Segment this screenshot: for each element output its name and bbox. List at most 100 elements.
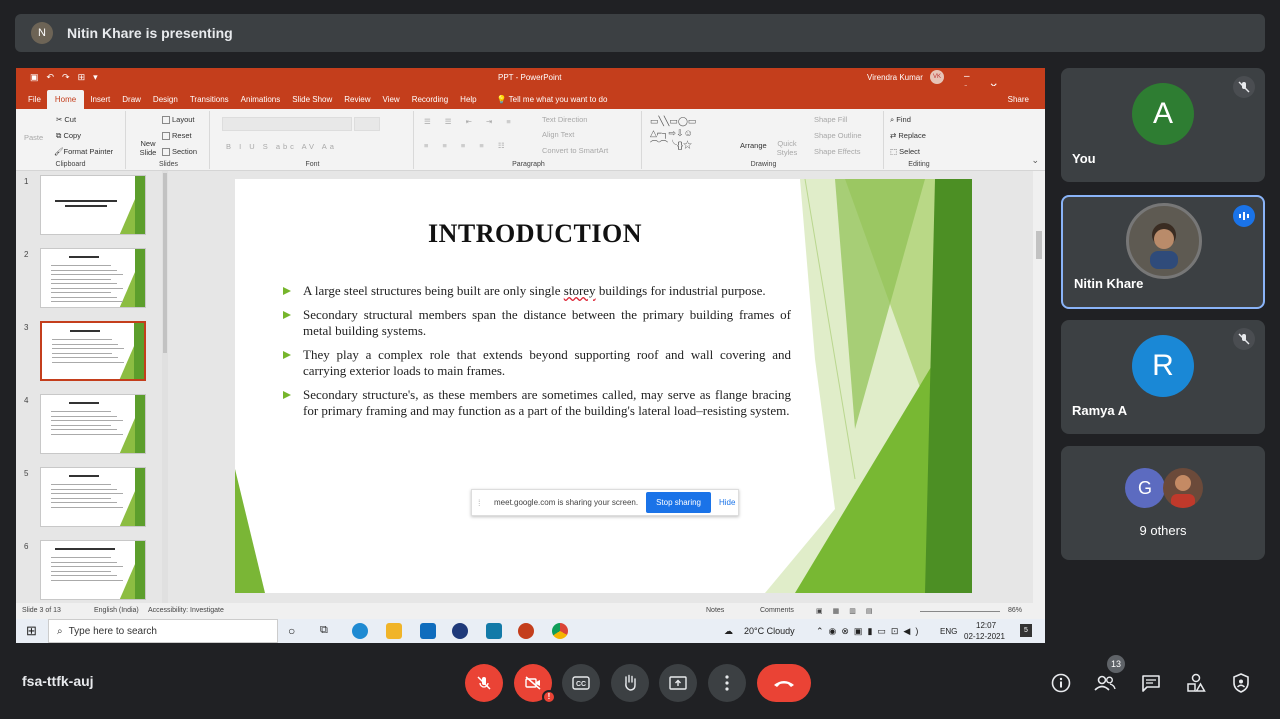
slide-thumbnail-5[interactable]: 5 xyxy=(16,467,166,531)
taskbar-search[interactable]: ⌕ Type here to search xyxy=(48,619,278,643)
align-buttons[interactable]: ≡ ≡ ≡ ≡ ☷ xyxy=(424,141,511,150)
reset-button[interactable]: Reset xyxy=(162,131,192,141)
hide-button[interactable]: Hide xyxy=(719,498,735,507)
quick-styles-button[interactable]: Quick Styles xyxy=(774,139,800,157)
mail-icon[interactable] xyxy=(420,623,436,639)
find-button[interactable]: ⌕ Find xyxy=(890,115,911,125)
slide-thumbnail-image[interactable] xyxy=(40,175,146,235)
quick-access-toolbar[interactable]: ▣↶↷⊞▾ xyxy=(30,72,106,83)
tab-animations[interactable]: Animations xyxy=(235,95,287,109)
tab-slide-show[interactable]: Slide Show xyxy=(286,95,338,109)
slide-thumbnail-image[interactable] xyxy=(40,248,146,308)
tab-draw[interactable]: Draw xyxy=(116,95,147,109)
participant-tile-you[interactable]: A You xyxy=(1061,68,1265,182)
cortana-icon[interactable]: ○ xyxy=(288,624,295,638)
leave-call-button[interactable] xyxy=(757,664,811,702)
replace-button[interactable]: ⇄ Replace xyxy=(890,131,926,140)
notes-button[interactable]: Notes xyxy=(706,607,724,614)
task-view-icon[interactable]: ⧉ xyxy=(320,624,328,637)
zoom-slider[interactable] xyxy=(920,611,1000,612)
slide-thumbnail-image[interactable] xyxy=(40,321,146,381)
tab-home[interactable]: Home xyxy=(46,90,85,109)
language-indicator[interactable]: English (India) xyxy=(94,607,139,614)
cut-button[interactable]: ✂ Cut xyxy=(56,115,76,124)
slide-thumbnail-1[interactable]: 1 xyxy=(16,175,166,239)
tab-transitions[interactable]: Transitions xyxy=(184,95,235,109)
tab-view[interactable]: View xyxy=(377,95,406,109)
notification-count[interactable]: 5 xyxy=(1020,624,1032,637)
raise-hand-button[interactable] xyxy=(611,664,649,702)
host-controls-button[interactable] xyxy=(1226,668,1256,698)
captions-button[interactable]: CC xyxy=(562,664,600,702)
clock-date[interactable]: 02-12-2021 xyxy=(964,632,1005,641)
slide-thumbnail-2[interactable]: 2 xyxy=(16,248,166,312)
slide-scrollbar[interactable] xyxy=(1033,171,1045,603)
tab-file[interactable]: File xyxy=(22,95,47,109)
accessibility-indicator[interactable]: Accessibility: Investigate xyxy=(148,607,224,614)
chat-button[interactable] xyxy=(1136,668,1166,698)
participant-tile-ramya[interactable]: R Ramya A xyxy=(1061,320,1265,434)
select-button[interactable]: ⬚ Select xyxy=(890,147,920,156)
meeting-code: fsa-ttfk-auj xyxy=(22,673,94,689)
app-icon[interactable] xyxy=(452,623,468,639)
tab-review[interactable]: Review xyxy=(338,95,376,109)
layout-button[interactable]: Layout xyxy=(162,115,195,125)
slide-thumbnail-image[interactable] xyxy=(40,540,146,600)
format-painter-button[interactable]: 🖌Format Painter xyxy=(54,147,113,156)
shape-outline-button[interactable]: Shape Outline xyxy=(814,131,862,140)
present-button[interactable] xyxy=(659,664,697,702)
participant-tile-others[interactable]: G 9 others xyxy=(1061,446,1265,560)
new-slide-button[interactable]: New Slide xyxy=(136,139,160,157)
font-format-buttons[interactable]: B I U S abc AV Aa xyxy=(226,142,337,151)
slide-thumbnail-3[interactable]: 3 xyxy=(16,321,166,385)
section-button[interactable]: Section xyxy=(162,147,197,157)
user-name[interactable]: Virendra Kumar xyxy=(867,73,923,82)
tab-design[interactable]: Design xyxy=(147,95,184,109)
mic-toggle-button[interactable] xyxy=(465,664,503,702)
align-text-button[interactable]: Align Text xyxy=(542,130,574,139)
chrome-icon[interactable] xyxy=(552,623,568,639)
share-button[interactable]: Share xyxy=(1008,95,1029,104)
participant-tile-nitin[interactable]: Nitin Khare xyxy=(1061,195,1265,309)
zoom-level[interactable]: 86% xyxy=(1008,607,1022,614)
collapse-ribbon-icon[interactable]: ⌄ xyxy=(1031,155,1039,166)
user-avatar[interactable]: VK xyxy=(930,70,944,84)
camera-toggle-button[interactable]: ! xyxy=(514,664,556,704)
system-tray-icons[interactable]: ⌃◉⊗▣▮▭⊡◀) xyxy=(816,626,923,637)
tab-help[interactable]: Help xyxy=(454,95,482,109)
edge-icon[interactable] xyxy=(352,623,368,639)
more-options-button[interactable] xyxy=(708,664,746,702)
store-icon[interactable] xyxy=(486,623,502,639)
text-direction-button[interactable]: Text Direction xyxy=(542,115,587,124)
activities-button[interactable] xyxy=(1181,668,1211,698)
slide-thumbnail-image[interactable] xyxy=(40,467,146,527)
meeting-details-button[interactable] xyxy=(1046,668,1076,698)
arrange-button[interactable]: Arrange xyxy=(740,141,767,150)
shapes-gallery[interactable]: ▭╲╲▭◯▭ △⌐┐⇨⇩☺ ⌒⌒╰{}☆ xyxy=(650,115,696,151)
copy-button[interactable]: ⧉ Copy xyxy=(56,131,81,141)
tab-insert[interactable]: Insert xyxy=(84,95,116,109)
slide-thumbnail-4[interactable]: 4 xyxy=(16,394,166,458)
slide-thumbnail-image[interactable] xyxy=(40,394,146,454)
drag-handle-icon[interactable]: ⁞ xyxy=(478,498,488,508)
list-buttons[interactable]: ☰ ☰ ⇤ ⇥ ≡ xyxy=(424,117,517,126)
shape-fill-button[interactable]: Shape Fill xyxy=(814,115,847,124)
clock-time[interactable]: 12:07 xyxy=(976,621,996,630)
current-slide[interactable]: INTRODUCTION A large steel structures be… xyxy=(235,179,972,593)
font-name-box[interactable] xyxy=(222,117,352,131)
tab-recording[interactable]: Recording xyxy=(406,95,454,109)
shape-effects-button[interactable]: Shape Effects xyxy=(814,147,861,156)
smartart-button[interactable]: Convert to SmartArt xyxy=(542,146,608,155)
file-explorer-icon[interactable] xyxy=(386,623,402,639)
input-language[interactable]: ENG xyxy=(940,627,957,636)
view-buttons[interactable]: ▣▦▥▤ xyxy=(816,607,882,615)
weather-text[interactable]: 20°C Cloudy xyxy=(744,626,795,636)
powerpoint-icon[interactable] xyxy=(518,623,534,639)
tell-me-search[interactable]: 💡 Tell me what you want to do xyxy=(483,95,614,109)
paste-button[interactable]: Paste xyxy=(24,133,43,142)
slide-thumbnail-6[interactable]: 6 xyxy=(16,540,166,604)
font-size-box[interactable] xyxy=(354,117,380,131)
stop-sharing-button[interactable]: Stop sharing xyxy=(646,492,711,513)
comments-button[interactable]: Comments xyxy=(760,607,794,614)
windows-start-icon[interactable]: ⊞ xyxy=(26,623,37,639)
